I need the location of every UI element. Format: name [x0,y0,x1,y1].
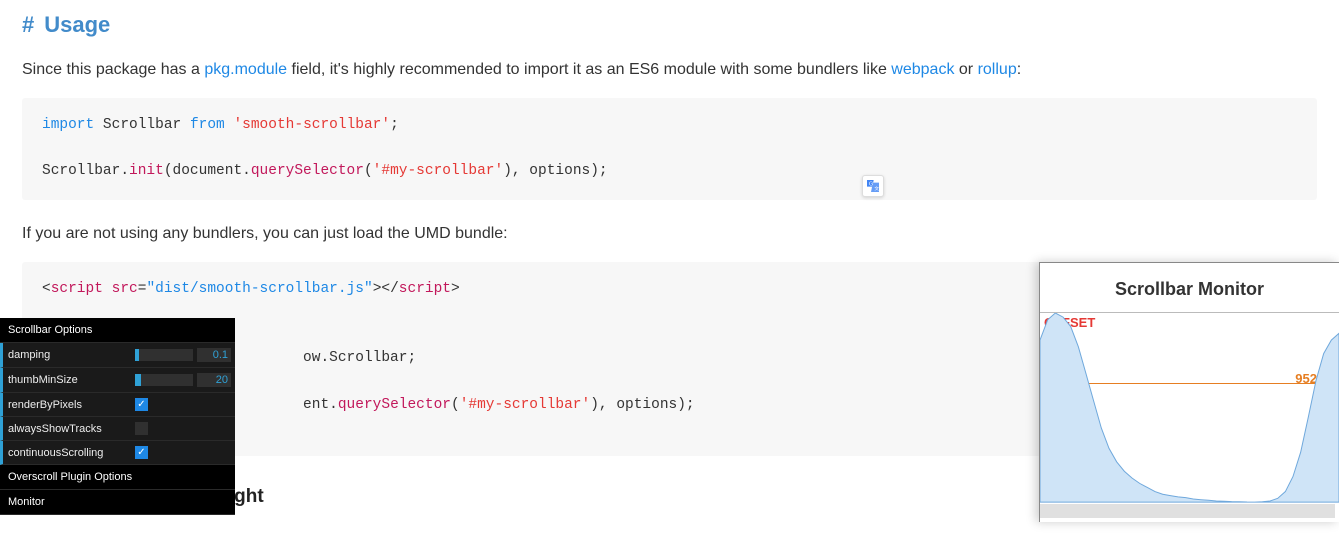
svg-text:G: G [869,181,873,187]
option-row-alwaysShowTracks[interactable]: alwaysShowTracks [0,417,235,441]
option-label: thumbMinSize [5,374,135,386]
checkbox[interactable]: ✓ [135,446,148,459]
monitor-chart: OFFSET 952.00 152.00 [1040,312,1339,522]
section-monitor[interactable]: Monitor [0,490,235,515]
heading-hash: # [22,12,34,37]
option-row-thumbMinSize[interactable]: thumbMinSize 20 [0,368,235,393]
option-label: continuousScrolling [5,447,135,459]
section-overscroll-options[interactable]: Overscroll Plugin Options [0,465,235,490]
option-label: renderByPixels [5,399,135,411]
number-input[interactable]: 20 [197,373,231,387]
section-scrollbar-options[interactable]: Scrollbar Options [0,318,235,343]
slider[interactable] [135,349,193,361]
option-label: alwaysShowTracks [5,423,135,435]
pkg-module-link[interactable]: pkg.module [204,61,287,78]
monitor-scrollbar[interactable] [1040,504,1335,518]
option-row-continuousScrolling[interactable]: continuousScrolling✓ [0,441,235,465]
monitor-title: Scrollbar Monitor [1040,263,1339,312]
code-block-es6: import Scrollbar from 'smooth-scrollbar'… [22,98,1317,200]
checkbox[interactable] [135,422,148,435]
options-panel[interactable]: Scrollbar Options damping 0.1 thumbMinSize… [0,318,235,515]
number-input[interactable]: 0.1 [197,348,231,362]
section-heading: # Usage [22,12,1317,38]
slider[interactable] [135,374,193,386]
rollup-link[interactable]: rollup [978,61,1017,78]
option-row-renderByPixels[interactable]: renderByPixels✓ [0,393,235,417]
svg-text:文: 文 [874,185,879,192]
option-row-damping[interactable]: damping 0.1 [0,343,235,368]
umd-paragraph: If you are not using any bundlers, you c… [22,222,1317,246]
scrollbar-monitor-panel[interactable]: Scrollbar Monitor OFFSET 952.00 152.00 [1039,262,1339,522]
option-label: damping [5,349,135,361]
webpack-link[interactable]: webpack [891,61,954,78]
heading-text: Usage [44,12,110,37]
checkbox[interactable]: ✓ [135,398,148,411]
intro-paragraph: Since this package has a pkg.module fiel… [22,58,1317,82]
translate-icon[interactable]: G文 [862,175,884,197]
